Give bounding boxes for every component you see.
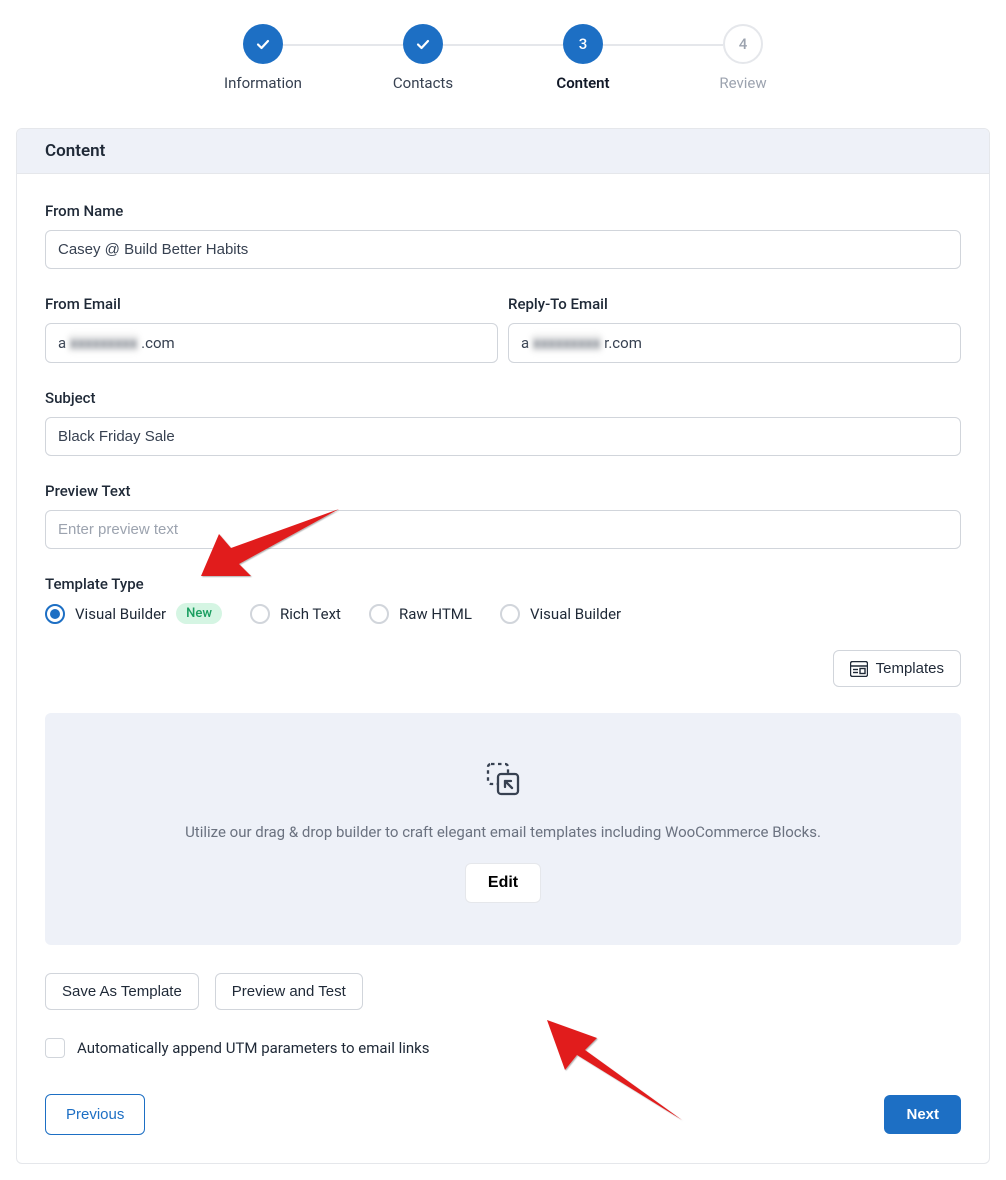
step-number: 3 [563,24,603,64]
from-email-input[interactable]: a xxxxxxxxx .com [45,323,498,363]
preview-text-input[interactable] [45,510,961,549]
builder-text: Utilize our drag & drop builder to craft… [65,823,941,841]
template-type-label: Template Type [45,575,961,593]
radio-icon [369,604,389,624]
checkbox-icon[interactable] [45,1038,65,1058]
radio-icon [250,604,270,624]
templates-button-label: Templates [876,660,944,677]
step-contacts[interactable]: Contacts [343,24,503,92]
from-name-input[interactable] [45,230,961,269]
radio-label: Raw HTML [399,605,472,623]
card-header: Content [17,129,989,174]
new-badge: New [176,603,222,624]
builder-box: Utilize our drag & drop builder to craft… [45,713,961,945]
step-content[interactable]: 3 Content [503,24,663,92]
step-information[interactable]: Information [183,24,343,92]
reply-to-email-suffix: r.com [604,334,642,352]
preview-text-group: Preview Text [45,482,961,549]
reply-to-email-group: Reply-To Email a xxxxxxxxx r.com [508,295,961,363]
previous-button[interactable]: Previous [45,1094,145,1135]
from-name-group: From Name [45,202,961,269]
radio-label: Visual Builder [75,605,166,623]
radio-icon [500,604,520,624]
radio-label: Visual Builder [530,605,621,623]
radio-raw-html[interactable]: Raw HTML [369,604,472,624]
subject-label: Subject [45,389,961,407]
check-icon [243,24,283,64]
from-email-label: From Email [45,295,498,313]
reply-to-email-input[interactable]: a xxxxxxxxx r.com [508,323,961,363]
radio-visual-builder-new[interactable]: Visual Builder New [45,603,222,624]
preview-and-test-button[interactable]: Preview and Test [215,973,363,1010]
templates-button[interactable]: Templates [833,650,961,687]
drag-drop-icon [479,755,527,807]
step-label: Contacts [393,74,453,92]
template-type-group: Template Type Visual Builder New Rich Te… [45,575,961,624]
from-email-group: From Email a xxxxxxxxx .com [45,295,498,363]
next-button[interactable]: Next [884,1095,961,1134]
radio-visual-builder[interactable]: Visual Builder [500,604,621,624]
subject-input[interactable] [45,417,961,456]
radio-rich-text[interactable]: Rich Text [250,604,341,624]
from-name-label: From Name [45,202,961,220]
reply-to-email-prefix: a [521,334,529,352]
step-review[interactable]: 4 Review [663,24,823,92]
templates-icon [850,661,868,677]
redacted-text: xxxxxxxxx [68,334,139,352]
step-label: Content [556,74,609,92]
radio-label: Rich Text [280,605,341,623]
step-number: 4 [723,24,763,64]
step-label: Review [719,74,766,92]
from-email-suffix: .com [141,334,175,352]
utm-checkbox-row[interactable]: Automatically append UTM parameters to e… [45,1038,961,1058]
subject-group: Subject [45,389,961,456]
preview-text-label: Preview Text [45,482,961,500]
check-icon [403,24,443,64]
reply-to-email-label: Reply-To Email [508,295,961,313]
redacted-text: xxxxxxxxx [531,334,602,352]
from-email-prefix: a [58,334,66,352]
edit-button[interactable]: Edit [465,863,541,903]
content-card: Content From Name From Email a xxxxxxxxx… [16,128,990,1164]
utm-checkbox-label: Automatically append UTM parameters to e… [77,1039,430,1057]
save-as-template-button[interactable]: Save As Template [45,973,199,1010]
radio-icon [45,604,65,624]
stepper: Information Contacts 3 Content 4 Review [153,24,853,92]
step-label: Information [224,74,302,92]
